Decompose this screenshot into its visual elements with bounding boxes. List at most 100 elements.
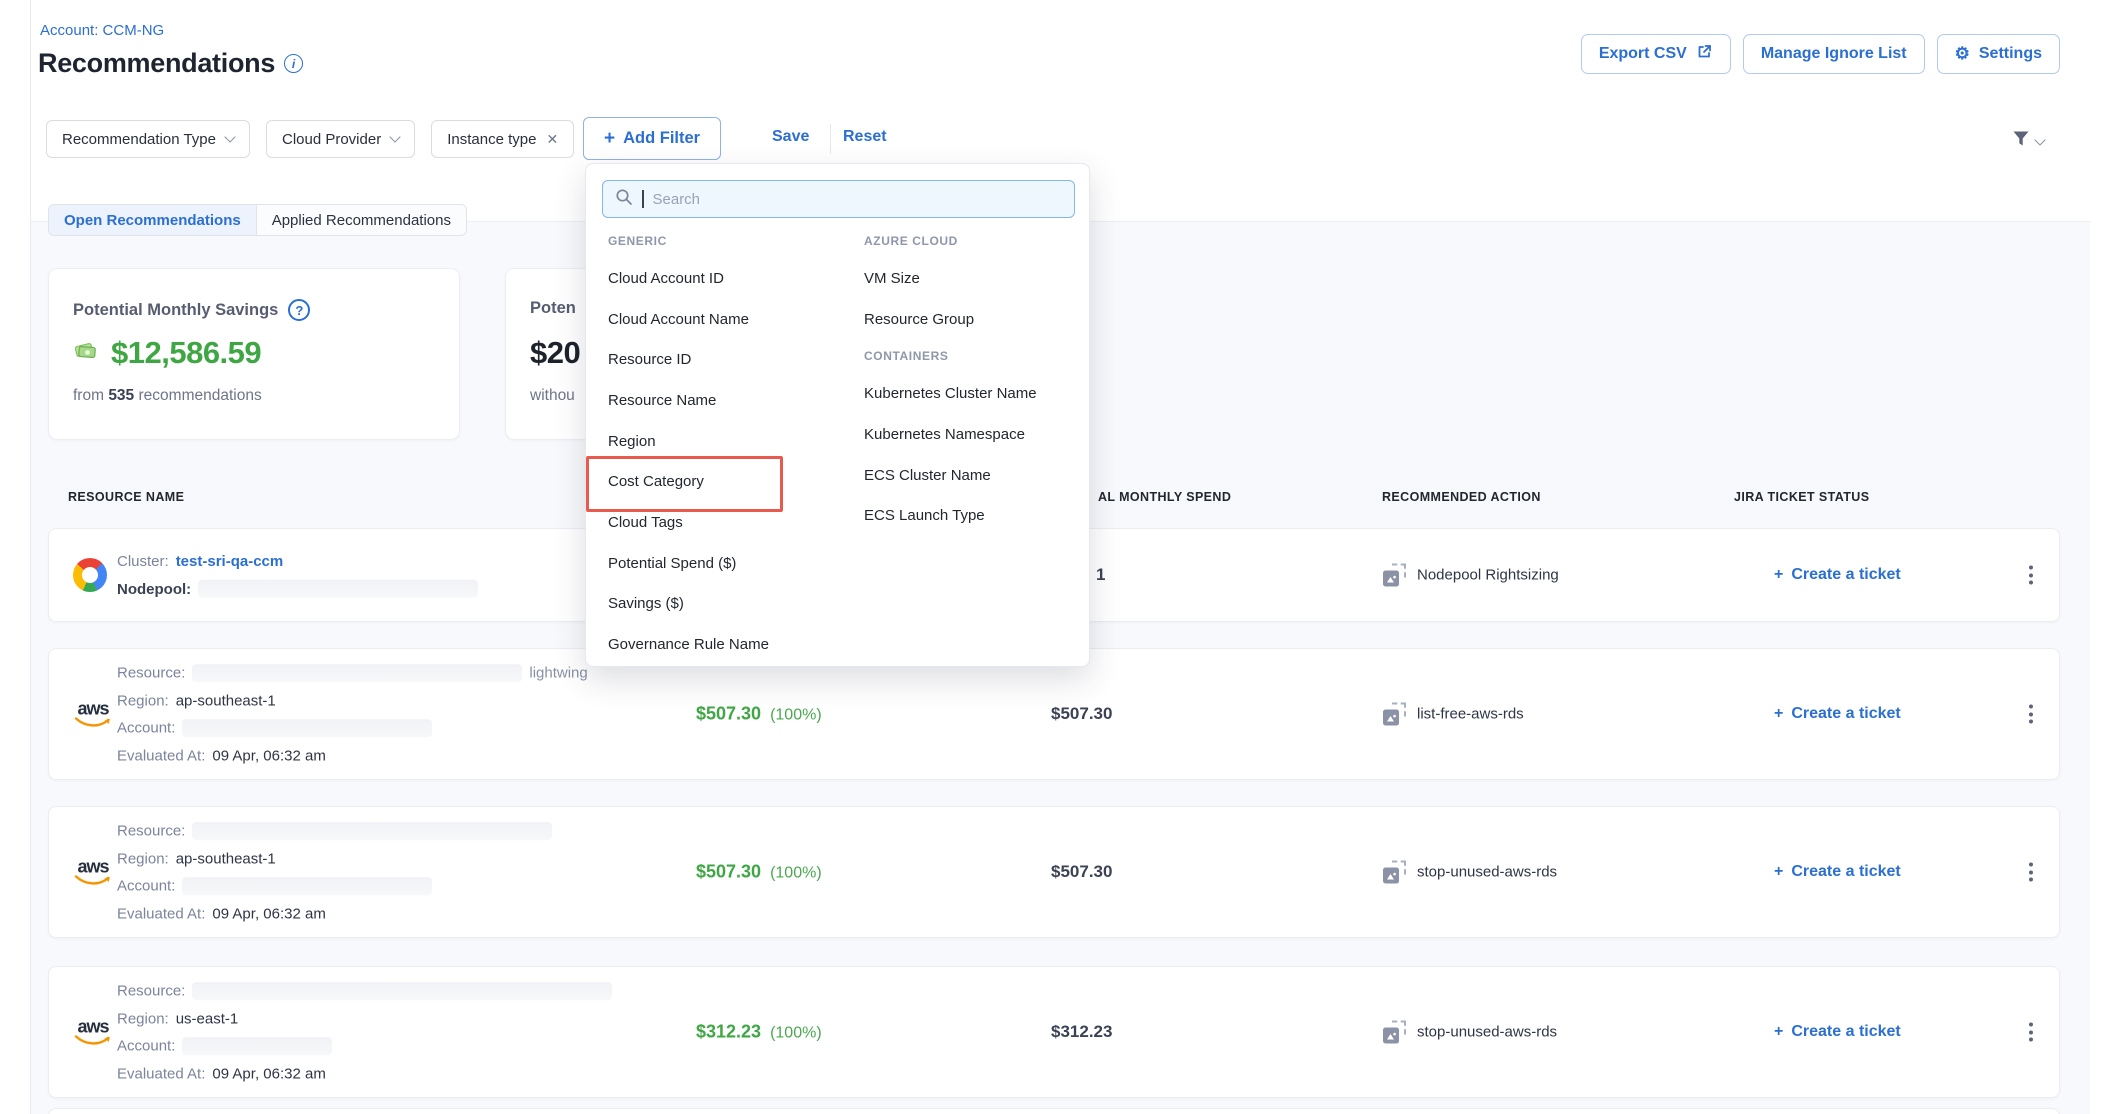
row-menu-button[interactable] — [2023, 857, 2039, 888]
filter-menu-item[interactable]: Kubernetes Cluster Name — [864, 373, 1084, 414]
export-csv-button[interactable]: Export CSV — [1581, 34, 1731, 74]
recommended-action-text: stop-unused-aws-rds — [1417, 864, 1557, 881]
filter-menu-item[interactable]: Resource Group — [864, 299, 1084, 340]
cluster-link[interactable]: test-sri-qa-ccm — [176, 553, 284, 570]
savings-total-value: $12,586.59 — [111, 335, 261, 371]
gcp-icon — [73, 558, 107, 592]
recommendation-image-icon — [1383, 703, 1406, 726]
generic-items-list: Cloud Account IDCloud Account NameResour… — [608, 258, 818, 665]
page-title: Recommendations — [38, 48, 275, 79]
info-icon[interactable]: i — [284, 54, 303, 73]
filter-menu-item[interactable]: Cloud Account Name — [608, 299, 818, 340]
filter-menu-item[interactable]: Resource ID — [608, 339, 818, 380]
potential-savings-value: $507.30 — [696, 862, 761, 883]
redacted-value — [192, 982, 612, 1000]
filter-panel-toggle[interactable] — [2010, 128, 2044, 155]
create-ticket-label: Create a ticket — [1791, 863, 1900, 881]
region-value: ap-southeast-1 — [176, 692, 276, 709]
tab-open-recommendations[interactable]: Open Recommendations — [49, 205, 257, 235]
text-cursor — [642, 190, 644, 208]
filter-chip-cloud-provider[interactable]: Cloud Provider — [266, 120, 415, 158]
filter-menu-item[interactable]: Resource Name — [608, 380, 818, 421]
divider — [830, 124, 831, 154]
create-ticket-label: Create a ticket — [1791, 705, 1900, 723]
card-title-partial: Poten — [530, 299, 576, 318]
row-menu-button[interactable] — [2023, 699, 2039, 730]
region-value: ap-southeast-1 — [176, 850, 276, 867]
gear-icon: ⚙ — [1955, 44, 1970, 64]
savings-subtext: from 535 recommendations — [73, 387, 262, 405]
filter-menu-item[interactable]: Cloud Tags — [608, 502, 818, 543]
tab-applied-recommendations[interactable]: Applied Recommendations — [257, 205, 466, 235]
resource-label: Resource: — [117, 982, 185, 999]
save-button[interactable]: Save — [772, 128, 809, 146]
recommendations-page: Account: CCM-NG Recommendations i Export… — [0, 0, 2108, 1114]
chevron-down-icon — [224, 131, 235, 142]
filter-menu-item[interactable]: Governance Rule Name — [608, 624, 818, 665]
total-spend-value: $312.23 — [1051, 1022, 1112, 1042]
recommendation-count: 535 — [108, 387, 134, 404]
table-row[interactable]: aws Resource: Region: ap-southeast-1 Acc… — [48, 806, 2060, 938]
filter-menu-item[interactable]: VM Size — [864, 258, 1084, 299]
region-label: Region: — [117, 692, 169, 709]
search-input[interactable] — [653, 191, 1033, 208]
potential-savings-value: $312.23 — [696, 1022, 761, 1043]
breadcrumb[interactable]: Account: CCM-NG — [40, 22, 164, 39]
row-menu-button[interactable] — [2023, 560, 2039, 591]
filter-menu-item[interactable]: Potential Spend ($) — [608, 543, 818, 584]
filter-menu-item[interactable]: ECS Launch Type — [864, 495, 1084, 536]
recommended-action-text: list-free-aws-rds — [1417, 706, 1524, 723]
page-title-row: Recommendations i — [38, 48, 303, 79]
row-menu-button[interactable] — [2023, 1017, 2039, 1048]
filter-chip-instance-type[interactable]: Instance type ✕ — [431, 120, 574, 158]
potential-monthly-savings-card: Potential Monthly Savings ? $12,586.59 f… — [48, 268, 460, 440]
card-value-partial: $20 — [530, 335, 580, 371]
redacted-value — [192, 822, 552, 840]
card-subtext-partial: withou — [530, 387, 575, 405]
filter-menu-item[interactable]: Kubernetes Namespace — [864, 414, 1084, 455]
evaluated-label: Evaluated At: — [117, 747, 205, 764]
aws-icon: aws — [73, 1019, 113, 1046]
table-row[interactable]: aws Resource: lightwing Region: ap-south… — [48, 648, 2060, 780]
table-row[interactable]: aws Resource: Region: us-east-1 Account:… — [48, 966, 2060, 1098]
reset-button[interactable]: Reset — [843, 128, 887, 146]
total-spend-partial: 1 — [1096, 565, 1105, 585]
cluster-label: Cluster: — [117, 553, 169, 570]
column-header-total-monthly-spend: AL MONTHLY SPEND — [1098, 490, 1231, 504]
filter-menu-item[interactable]: Cost Category — [608, 461, 818, 502]
account-label: Account: — [117, 877, 175, 894]
add-filter-button[interactable]: + Add Filter — [583, 117, 721, 160]
filter-search[interactable] — [602, 180, 1075, 218]
filter-menu-item[interactable]: Cloud Account ID — [608, 258, 818, 299]
potential-savings-value: $507.30 — [696, 704, 761, 725]
recommendation-image-icon — [1383, 564, 1406, 587]
containers-items-list: Kubernetes Cluster NameKubernetes Namesp… — [864, 373, 1084, 536]
close-icon[interactable]: ✕ — [546, 131, 558, 148]
recommended-action-text: Nodepool Rightsizing — [1417, 567, 1559, 584]
filter-menu-item[interactable]: Region — [608, 421, 818, 462]
sub-suffix: recommendations — [139, 387, 262, 404]
potential-savings-percent: (100%) — [770, 1025, 822, 1043]
plus-icon: + — [1774, 863, 1783, 881]
manage-ignore-list-button[interactable]: Manage Ignore List — [1743, 34, 1925, 74]
azure-items-list: VM SizeResource Group — [864, 258, 1084, 339]
filter-menu-item[interactable]: ECS Cluster Name — [864, 455, 1084, 496]
plus-icon: + — [1774, 705, 1783, 723]
filter-chip-recommendation-type[interactable]: Recommendation Type — [46, 120, 250, 158]
chip-label: Cloud Provider — [282, 131, 381, 148]
create-ticket-button[interactable]: + Create a ticket — [1774, 863, 1901, 881]
add-filter-label: Add Filter — [623, 129, 700, 148]
filter-chips: Recommendation Type Cloud Provider Insta… — [46, 120, 574, 158]
create-ticket-button[interactable]: + Create a ticket — [1774, 566, 1901, 584]
menu-section-containers: CONTAINERS — [864, 339, 1084, 373]
filter-menu-item[interactable]: Savings ($) — [608, 584, 818, 625]
region-label: Region: — [117, 1010, 169, 1027]
money-icon — [73, 339, 101, 368]
create-ticket-button[interactable]: + Create a ticket — [1774, 705, 1901, 723]
help-icon[interactable]: ? — [288, 299, 310, 321]
recommendation-tabs: Open Recommendations Applied Recommendat… — [48, 204, 467, 236]
resource-label: Resource: — [117, 664, 185, 681]
create-ticket-button[interactable]: + Create a ticket — [1774, 1023, 1901, 1041]
aws-icon: aws — [73, 859, 113, 886]
settings-button[interactable]: ⚙ Settings — [1937, 34, 2060, 74]
